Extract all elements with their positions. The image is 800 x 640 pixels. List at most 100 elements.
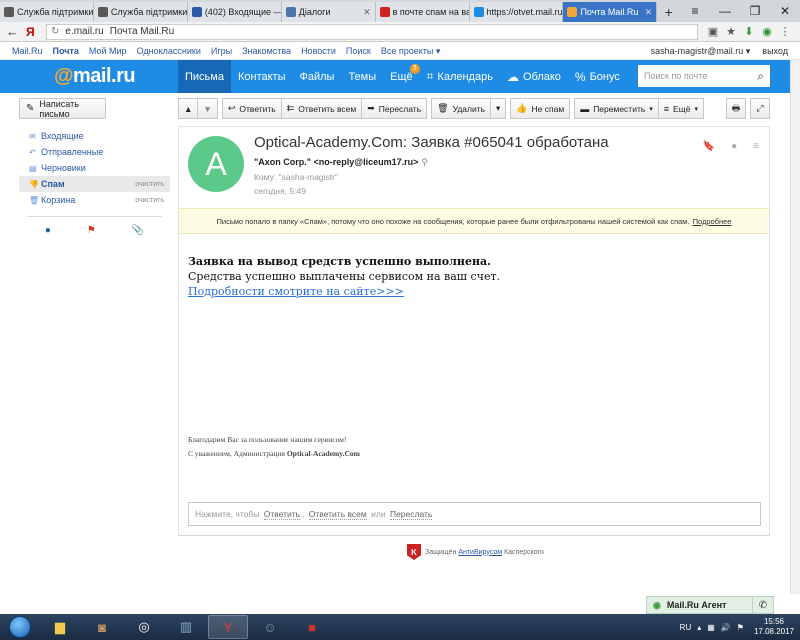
previous-letter-button[interactable]: ▲ <box>178 98 199 119</box>
mail-search-input[interactable]: Поиск по почте ⌕ <box>638 65 770 87</box>
chart-icon: ▥ <box>179 619 193 634</box>
taskbar-steam[interactable]: ◎ <box>124 615 164 639</box>
tab-close-icon[interactable]: ✕ <box>361 7 371 18</box>
spam-more-link[interactable]: Подробнее <box>693 217 732 226</box>
delete-dropdown-button[interactable]: ▾ <box>490 98 507 119</box>
move-button[interactable]: ▬ Переместить ▾ <box>574 98 659 119</box>
browser-tab[interactable]: (402) Входящие — Я✕ <box>187 2 282 22</box>
bookmark-star-icon[interactable]: ★ <box>722 25 740 38</box>
quick-forward-link[interactable]: Переслать <box>389 509 433 520</box>
tab-title: Діалоги <box>298 7 331 17</box>
input-language[interactable]: RU <box>680 623 692 632</box>
browser-menu-icon[interactable]: ⋮ <box>776 25 794 38</box>
folder-item[interactable]: 🗑 Корзина очистить <box>19 192 170 208</box>
forward-button[interactable]: ➥ Переслать <box>361 98 428 119</box>
reload-icon[interactable]: ↻ <box>51 26 59 37</box>
portal-link[interactable]: Поиск <box>346 46 371 56</box>
portal-link[interactable]: Почта <box>53 46 79 56</box>
folder-item[interactable]: ✉ Входящие <box>19 128 170 144</box>
maximize-icon[interactable]: ❐ <box>740 4 770 18</box>
user-account-menu[interactable]: sasha-magistr@mail.ru ▾ <box>651 46 751 57</box>
mailru-logo[interactable]: @mail.ru <box>0 65 178 88</box>
letter-menu-icon[interactable]: ≡ <box>753 141 759 152</box>
logout-link[interactable]: выход <box>762 46 788 57</box>
reply-button[interactable]: ↩ Ответить <box>221 98 282 119</box>
reader-icon[interactable]: ▣ <box>704 25 722 38</box>
start-button[interactable] <box>0 614 40 640</box>
letter-sender[interactable]: "Axon Corp." <no-reply@liceum17.ru> ⚲ <box>254 157 428 168</box>
portal-link[interactable]: Мой Мир <box>89 46 127 56</box>
tab-close-icon[interactable]: ✕ <box>643 7 653 18</box>
nav-item[interactable]: ☁ Облако <box>500 60 568 93</box>
nav-item[interactable]: Контакты <box>231 60 293 93</box>
close-window-icon[interactable]: ✕ <box>770 4 800 18</box>
nav-item[interactable]: Ещё 3 <box>383 60 420 93</box>
browser-tab[interactable]: Служба підтримки S✕ <box>0 2 94 22</box>
reply-all-button[interactable]: ⇇ Ответить всем <box>280 98 363 119</box>
next-letter-button[interactable]: ▼ <box>197 98 218 119</box>
taskbar-explorer[interactable]: ▆ <box>40 615 80 639</box>
taskbar-yandex-browser[interactable]: Y <box>208 615 248 639</box>
system-clock[interactable]: 15:56 17.08.2017 <box>754 617 794 637</box>
nav-item[interactable]: % Бонус <box>568 60 627 93</box>
taskbar-app-red[interactable]: ■ <box>292 615 332 639</box>
quick-reply-all-link[interactable]: Ответить всем <box>308 509 367 520</box>
quick-reply-link[interactable]: Ответить <box>263 509 301 520</box>
browser-settings-icon[interactable]: ≡ <box>680 4 710 18</box>
download-icon[interactable]: ⬇ <box>740 25 758 38</box>
portal-link[interactable]: Mail.Ru <box>12 46 43 56</box>
print-button[interactable]: 🖶 <box>726 98 746 119</box>
portal-link[interactable]: Знакомства <box>242 46 291 56</box>
folder-item[interactable]: 👎 Спам очистить <box>19 176 170 192</box>
nav-item[interactable]: Файлы <box>292 60 341 93</box>
nav-item[interactable]: Письма <box>178 60 231 93</box>
new-tab-button[interactable]: + <box>657 2 680 22</box>
body-link[interactable]: Подробности смотрите на сайте>>> <box>188 284 500 299</box>
back-arrow-icon[interactable]: ← <box>6 24 26 39</box>
url-field[interactable]: ↻ e.mail.ru Почта Mail.Ru <box>46 23 698 40</box>
portal-link[interactable]: Все проекты ▾ <box>381 46 441 57</box>
page-scrollbar[interactable] <box>790 60 800 594</box>
browser-tab[interactable]: в почте спам на ваш✕ <box>375 2 470 22</box>
flag-icon[interactable]: ⚑ <box>737 623 744 632</box>
portal-link[interactable]: Игры <box>211 46 232 56</box>
portal-link[interactable]: Новости <box>301 46 336 56</box>
flag-filter-icon[interactable]: ⚑ <box>87 225 96 236</box>
volume-icon[interactable]: 🔊 <box>721 623 731 632</box>
bookmark-icon[interactable]: 🔖 <box>703 141 715 152</box>
browser-tab[interactable]: https://otvet.mail.ru✕ <box>469 2 564 22</box>
agent-phone-button[interactable]: ✆ <box>752 596 774 614</box>
search-icon[interactable]: ⌕ <box>757 69 764 84</box>
not-spam-button[interactable]: 👍 Не спам <box>510 98 571 119</box>
forward-icon: ➥ <box>367 103 375 113</box>
taskbar-app-chart[interactable]: ▥ <box>166 615 206 639</box>
folder-clear-link[interactable]: очистить <box>135 181 164 188</box>
read-status-dot-icon[interactable]: ● <box>731 141 737 152</box>
attachment-filter-icon[interactable]: 📎 <box>132 225 144 236</box>
browser-tab[interactable]: Служба підтримки S✕ <box>93 2 188 22</box>
expand-button[interactable]: ⤢ <box>750 98 770 119</box>
minimize-icon[interactable]: — <box>710 4 740 18</box>
portal-link[interactable]: Одноклассники <box>137 46 201 56</box>
folder-label: Входящие <box>41 131 84 141</box>
extension-icon[interactable]: ◉ <box>758 25 776 38</box>
unread-filter-dot-icon[interactable]: ● <box>45 225 51 236</box>
browser-tab[interactable]: Діалоги ✕ <box>281 2 376 22</box>
folder-item[interactable]: ↶ Отправленные <box>19 144 170 160</box>
delete-button[interactable]: 🗑 Удалить <box>431 98 492 119</box>
tray-expand-icon[interactable]: ▴ <box>697 623 701 632</box>
antivirus-link[interactable]: АнтиВирусом <box>458 549 502 556</box>
browser-tab[interactable]: Почта Mail.Ru ✕ <box>563 2 658 22</box>
quick-reply-field[interactable]: Нажмите, чтобы Ответить, Ответить всем и… <box>188 502 761 526</box>
nav-item[interactable]: Темы <box>341 60 383 93</box>
folder-clear-link[interactable]: очистить <box>135 197 164 204</box>
magnifier-icon[interactable]: ⚲ <box>421 157 428 167</box>
compose-button[interactable]: ✎ Написать письмо <box>19 98 106 119</box>
yandex-logo-icon[interactable]: Я <box>26 25 46 39</box>
folder-item[interactable]: ▤ Черновики <box>19 160 170 176</box>
nav-item[interactable]: ⌗ Календарь <box>420 60 500 93</box>
taskbar-app-game[interactable]: ◙ <box>82 615 122 639</box>
taskbar-discord[interactable]: ☺ <box>250 615 290 639</box>
network-icon[interactable]: ▦ <box>707 623 715 632</box>
more-actions-button[interactable]: ≡ Ещё ▾ <box>657 98 704 119</box>
